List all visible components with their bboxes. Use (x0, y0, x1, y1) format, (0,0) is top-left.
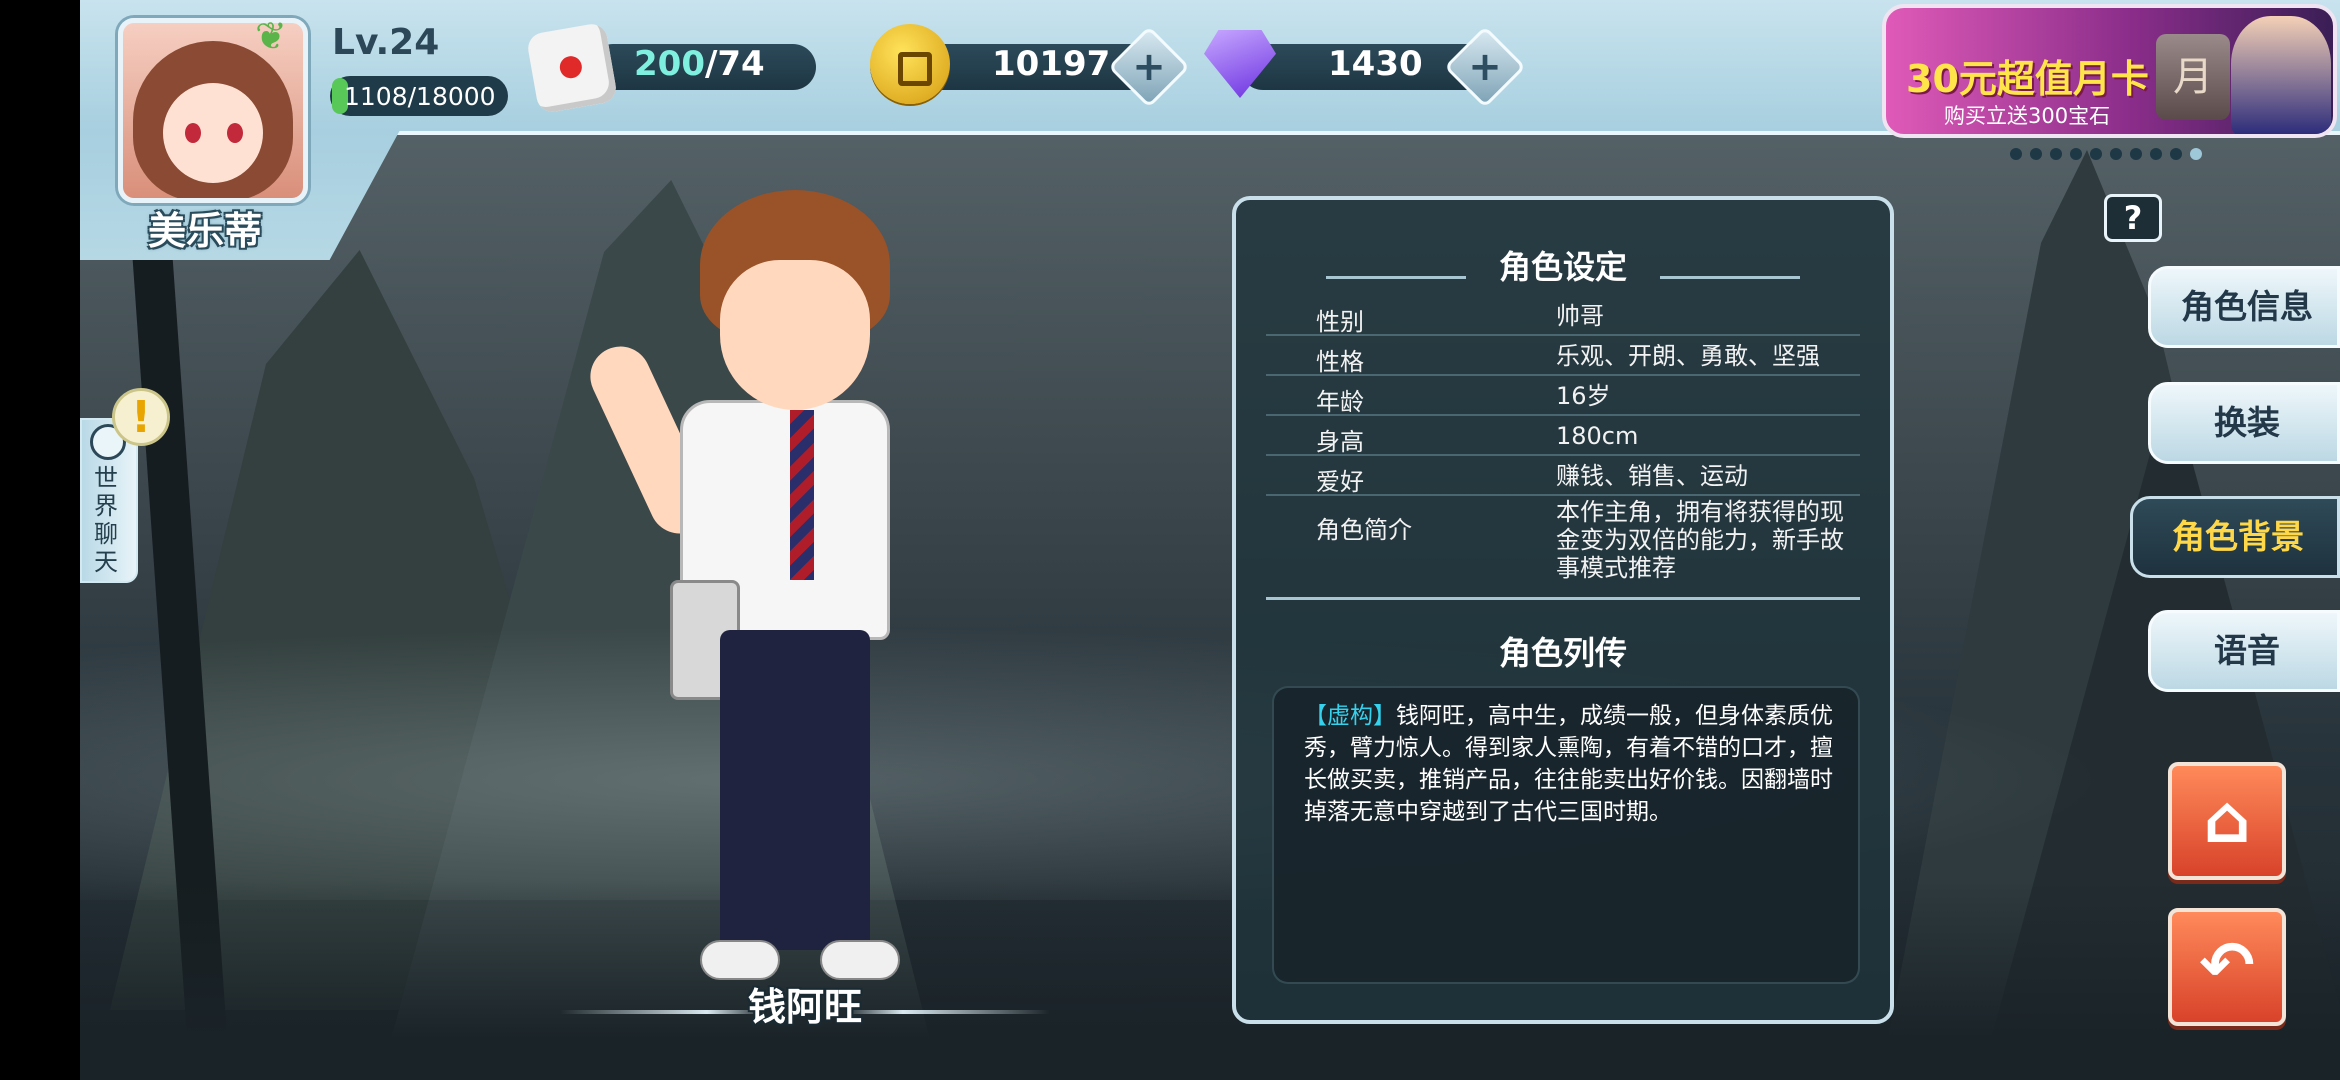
info-label: 年龄 (1316, 388, 1364, 416)
plus-icon: + (1132, 44, 1166, 90)
dice-icon (525, 21, 619, 115)
avatar-eye (185, 123, 201, 143)
character-shoe (820, 940, 900, 980)
banner-page-dot[interactable] (2010, 148, 2022, 160)
banner-page-dot[interactable] (2090, 148, 2102, 160)
tab-label: 语音 (2214, 631, 2280, 670)
info-row: 性别 帅哥 (1266, 296, 1860, 336)
tab-label: 角色信息 (2181, 287, 2313, 326)
banner-title: 30元超值月卡 (1906, 57, 2149, 101)
stamina-value: 200/74 (634, 44, 765, 84)
info-label: 爱好 (1316, 468, 1364, 496)
character-shoe (700, 940, 780, 980)
banner-badge: 月 (2156, 34, 2230, 120)
alert-icon[interactable]: ! (112, 388, 170, 446)
home-button[interactable]: ⌂ (2168, 762, 2286, 880)
info-value: 本作主角，拥有将获得的现金变为双倍的能力，新手故事模式推荐 (1556, 498, 1844, 582)
info-value: 16岁 (1556, 382, 1611, 410)
character-tie (790, 410, 814, 580)
bio-tag: 【虚构】 (1304, 703, 1396, 729)
banner-page-dot[interactable] (2190, 148, 2202, 160)
info-label: 角色简介 (1316, 516, 1412, 544)
avatar-eye (227, 123, 243, 143)
monthly-card-banner[interactable]: 30元超值月卡 购买立送300宝石 月 (1882, 4, 2337, 138)
info-label: 性别 (1316, 308, 1364, 336)
world-chat-label: 世界聊天 (94, 464, 118, 576)
info-row: 爱好 赚钱、销售、运动 (1266, 456, 1860, 496)
avatar-face (163, 83, 263, 183)
tab-character-background[interactable]: 角色背景 (2130, 496, 2340, 578)
banner-page-dot[interactable] (2070, 148, 2082, 160)
info-row: 年龄 16岁 (1266, 376, 1860, 416)
banner-page-dot[interactable] (2170, 148, 2182, 160)
banner-page-dot[interactable] (2050, 148, 2062, 160)
stamina-current: 200 (634, 44, 705, 84)
background-scene (80, 0, 2340, 1080)
bio-title: 角色列传 (1498, 634, 1627, 672)
bio-text: 【虚构】钱阿旺，高中生，成绩一般，但身体素质优秀，臂力惊人。得到家人熏陶，有着不… (1304, 700, 1844, 828)
back-icon: ↶ (2199, 927, 2255, 1004)
banner-subtitle: 购买立送300宝石 (1944, 104, 2111, 128)
banner-page-dot[interactable] (2150, 148, 2162, 160)
ground (80, 880, 2340, 1080)
exp-text: 1108/18000 (344, 82, 496, 111)
info-label: 身高 (1316, 428, 1364, 456)
character-name: 钱阿旺 (748, 985, 863, 1029)
character-figure (580, 190, 940, 1010)
info-value: 乐观、开朗、勇敢、坚强 (1556, 342, 1820, 370)
stamina-max: /74 (704, 44, 765, 84)
tab-label: 换装 (2214, 403, 2280, 442)
banner-character (2231, 16, 2331, 134)
info-row: 身高 180cm (1266, 416, 1860, 456)
banner-page-dot[interactable] (2110, 148, 2122, 160)
banner-page-indicator (2010, 148, 2202, 160)
info-value: 180cm (1556, 422, 1639, 450)
back-button[interactable]: ↶ (2168, 908, 2286, 1026)
sprout-icon: ❦ (255, 14, 287, 58)
mist (80, 600, 2340, 900)
banner-page-dot[interactable] (2030, 148, 2042, 160)
bio-box: 【虚构】钱阿旺，高中生，成绩一般，但身体素质优秀，臂力惊人。得到家人熏陶，有着不… (1272, 686, 1860, 984)
help-button[interactable]: ? (2104, 194, 2162, 242)
gold-value: 10197 (992, 44, 1111, 84)
gem-value: 1430 (1328, 44, 1423, 84)
character-info-panel: 角色设定 性别 帅哥 性格 乐观、开朗、勇敢、坚强 年龄 16岁 身高 180c… (1232, 196, 1894, 1024)
tab-character-info[interactable]: 角色信息 (2148, 266, 2340, 348)
character-face (720, 260, 870, 410)
tab-outfit[interactable]: 换装 (2148, 382, 2340, 464)
info-label: 性格 (1316, 348, 1364, 376)
info-row: 角色简介 本作主角，拥有将获得的现金变为双倍的能力，新手故事模式推荐 (1266, 496, 1860, 600)
tab-voice[interactable]: 语音 (2148, 610, 2340, 692)
info-value: 赚钱、销售、运动 (1556, 462, 1748, 490)
info-row: 性格 乐观、开朗、勇敢、坚强 (1266, 336, 1860, 376)
banner-page-dot[interactable] (2130, 148, 2142, 160)
gold-coin-icon (870, 24, 950, 104)
tab-label: 角色背景 (2172, 517, 2304, 556)
info-value: 帅哥 (1556, 302, 1604, 330)
settings-title: 角色设定 (1498, 248, 1627, 286)
plus-icon: + (1468, 44, 1502, 90)
home-icon: ⌂ (2203, 781, 2251, 858)
character-pants (720, 630, 870, 950)
player-name: 美乐蒂 (148, 209, 263, 253)
exp-bar: 1108/18000 (330, 76, 508, 116)
player-level: Lv.24 (332, 22, 440, 63)
